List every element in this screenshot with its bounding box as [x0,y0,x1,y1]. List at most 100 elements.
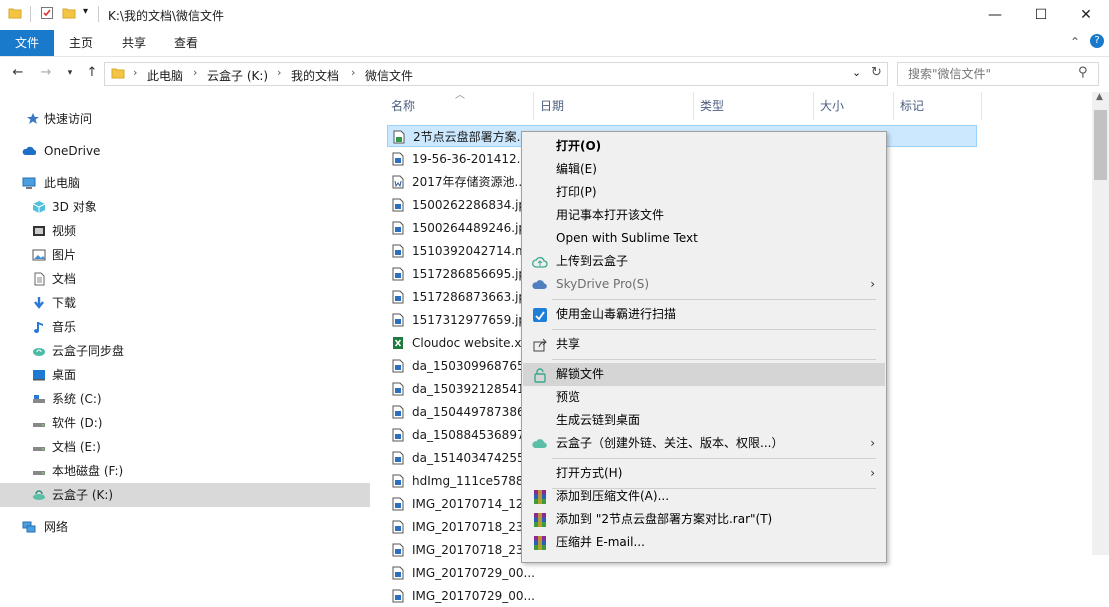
menu-item-edit[interactable]: 编辑(E) [523,158,885,181]
back-arrow-icon[interactable]: ← [10,65,26,81]
video-icon [33,226,45,236]
forward-arrow-icon[interactable]: → [38,65,54,81]
nav-item-drive-f[interactable]: 本地磁盘 (F:) [0,459,370,483]
address-history-chevron-icon[interactable]: ⌄ [852,66,861,79]
tab-file[interactable]: 文件 [0,30,54,56]
nav-item-videos[interactable]: 视频 [0,219,370,243]
column-header-size[interactable]: 大小 [820,96,844,116]
scroll-up-icon[interactable]: ▲ [1096,92,1103,102]
breadcrumb-drive-k[interactable]: 云盒子 (K:) [207,67,268,84]
nav-item-desktop[interactable]: 桌面 [0,363,370,387]
quick-access-dropdown-icon[interactable]: ▾ [83,6,88,17]
column-header-tags[interactable]: 标记 [900,96,924,116]
menu-item-antivirus-scan[interactable]: 使用金山毒霸进行扫描 [523,303,885,326]
menu-item-open-with-notepad[interactable]: 用记事本打开该文件 [523,204,885,227]
nav-item-music[interactable]: 音乐 [0,315,370,339]
menu-item-add-to-rar[interactable]: 添加到 "2节点云盘部署方案对比.rar"(T) [523,508,885,531]
nav-item-onedrive[interactable]: OneDrive [0,139,370,163]
column-header-type[interactable]: 类型 [700,96,724,116]
star-icon [27,113,39,124]
file-row[interactable]: IMG_20170729_00... [387,562,977,584]
onedrive-cloud-icon [22,146,36,155]
menu-item-compress-email[interactable]: 压缩并 E-mail... [523,531,885,554]
new-folder-icon[interactable] [62,6,76,20]
properties-icon[interactable] [40,6,54,20]
nav-item-pictures[interactable]: 图片 [0,243,370,267]
file-name: IMG_20170729_00... [412,589,535,603]
column-header-date[interactable]: 日期 [540,96,564,116]
nav-item-this-pc[interactable]: 此电脑 [0,171,370,195]
recent-locations-chevron-icon[interactable]: ▾ [62,65,78,81]
share-icon [533,338,547,352]
menu-item-open-with[interactable]: 打开方式(H) › [523,462,885,485]
minimize-button[interactable]: — [972,0,1018,30]
nav-item-drive-d[interactable]: 软件 (D:) [0,411,370,435]
yunhezi-cloud-icon [532,439,547,448]
scrollbar-thumb[interactable] [1094,110,1107,180]
ribbon-collapse-icon[interactable]: ⌃ [1070,35,1080,49]
column-divider[interactable] [813,92,814,120]
refresh-icon[interactable]: ↻ [871,65,882,80]
nav-item-drive-k[interactable]: 云盒子 (K:) [0,483,370,507]
shield-scan-icon [533,308,547,322]
menu-item-print[interactable]: 打印(P) [523,181,885,204]
file-name: 1517312977659.jpg [412,313,534,327]
file-name: IMG_20170729_00... [412,566,535,580]
nav-item-documents[interactable]: 文档 [0,267,370,291]
nav-item-3d-objects[interactable]: 3D 对象 [0,195,370,219]
menu-item-add-to-archive[interactable]: 添加到压缩文件(A)... [523,485,885,508]
breadcrumb-separator-icon[interactable]: › [193,66,197,79]
search-box[interactable]: ⚲ [897,62,1099,86]
image-file-icon [392,152,404,166]
menu-item-open[interactable]: 打开(O) [523,135,885,158]
menu-item-preview[interactable]: 预览 [523,386,885,409]
menu-item-share[interactable]: 共享 [523,333,885,356]
nav-item-downloads[interactable]: 下载 [0,291,370,315]
submenu-arrow-icon: › [870,436,875,450]
column-divider[interactable] [533,92,534,120]
breadcrumb-this-pc[interactable]: 此电脑 [147,67,183,84]
file-name: hdImg_111ce5788... [412,474,535,488]
help-icon[interactable]: ? [1090,34,1104,48]
file-name: 1510392042714.m... [412,244,539,258]
breadcrumb-my-documents[interactable]: 我的文档 [291,67,339,84]
breadcrumb-wechat-files[interactable]: 微信文件 [365,67,413,84]
menu-item-cloud-link-desktop[interactable]: 生成云链到桌面 [523,409,885,432]
nav-item-drive-c[interactable]: 系统 (C:) [0,387,370,411]
breadcrumb-separator-icon[interactable]: › [277,66,281,79]
menu-item-yunhezi[interactable]: 云盒子（创建外链、关注、版本、权限...） › [523,432,885,455]
column-header-name[interactable]: 名称 [391,96,415,116]
locked-doc-icon [393,130,405,144]
column-divider[interactable] [693,92,694,120]
up-arrow-icon[interactable]: ↑ [84,65,100,81]
breadcrumb-separator-icon[interactable]: › [133,66,137,79]
image-file-icon [392,451,404,465]
file-row[interactable]: IMG_20170729_00... [387,585,977,607]
close-button[interactable]: ✕ [1063,0,1109,30]
nav-item-sync-drive[interactable]: 云盒子同步盘 [0,339,370,363]
nav-item-network[interactable]: 网络 [0,515,370,539]
file-name: 2节点云盘部署方案... [413,130,529,144]
tab-home[interactable]: 主页 [58,30,104,56]
file-name: da_150449787386... [412,405,537,419]
sync-drive-icon [33,348,45,356]
image-file-icon [392,497,404,511]
nav-item-quick-access[interactable]: 快速访问 [0,107,370,131]
nav-item-drive-e[interactable]: 文档 (E:) [0,435,370,459]
search-icon[interactable]: ⚲ [1078,65,1088,80]
column-divider[interactable] [893,92,894,120]
column-divider[interactable] [981,92,982,120]
image-file-icon [392,290,404,304]
breadcrumb-separator-icon[interactable]: › [351,66,355,79]
tab-view[interactable]: 查看 [163,30,209,56]
menu-item-upload-to-cloud[interactable]: 上传到云盒子 [523,250,885,273]
maximize-button[interactable]: ☐ [1018,0,1064,30]
search-input[interactable] [906,66,1080,82]
address-bar[interactable]: › 此电脑 › 云盒子 (K:) › 我的文档 › 微信文件 ⌄ ↻ [104,62,888,86]
menu-item-open-with-sublime[interactable]: Open with Sublime Text [523,227,885,250]
menu-item-skydrive-pro[interactable]: SkyDrive Pro(S) › [523,273,885,296]
menu-item-unlock-file[interactable]: 解锁文件 [523,363,885,386]
tab-share[interactable]: 共享 [111,30,157,56]
image-file-icon [392,244,404,258]
file-name: da_151403474255... [412,451,537,465]
